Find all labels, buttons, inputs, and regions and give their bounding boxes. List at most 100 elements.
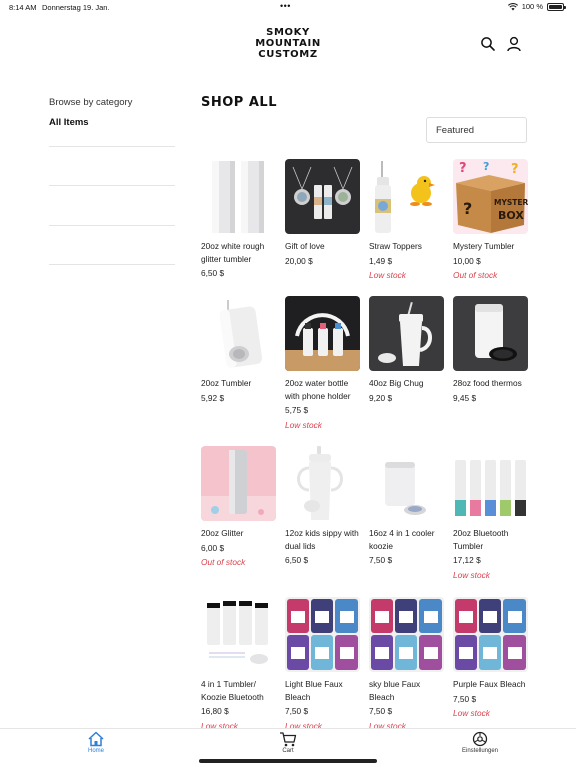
stock-label: Low stock (369, 270, 406, 280)
product-image[interactable]: ? ? ? ? MYSTERY BOX (453, 159, 528, 234)
page-title: SHOP ALL (201, 95, 277, 110)
product-card[interactable]: 20oz white rough glitter tumbler 6,50 $ (201, 159, 277, 280)
category-item-all-items[interactable]: All Items (49, 117, 175, 131)
stock-label: Low stock (453, 569, 490, 580)
logo-line: MOUNTAIN (255, 38, 321, 49)
product-price: 20,00 $ (285, 255, 313, 266)
tab-label: Cart (282, 748, 294, 754)
product-image[interactable] (201, 597, 276, 672)
sort-dropdown[interactable]: Featured (426, 117, 527, 143)
product-name[interactable]: 16oz 4 in 1 cooler koozie (369, 527, 445, 552)
product-name[interactable]: Purple Faux Bleach (453, 678, 529, 691)
product-image[interactable] (369, 446, 444, 521)
svg-text:?: ? (459, 161, 467, 176)
product-card[interactable]: 20oz water bottle with phone holder 5,75… (285, 296, 361, 431)
product-price: 7,50 $ (453, 693, 477, 704)
product-card[interactable]: Gift of love 20,00 $ (285, 159, 361, 267)
product-name[interactable]: Mystery Tumbler (453, 240, 529, 253)
divider (49, 225, 175, 226)
product-price: 16,80 $ (201, 706, 229, 716)
product-image[interactable] (369, 296, 444, 371)
product-image[interactable] (201, 296, 276, 371)
product-card[interactable]: 28oz food thermos 9,45 $ (453, 296, 529, 404)
stock-label: Out of stock (201, 557, 246, 567)
multitasking-dots[interactable]: ••• (280, 1, 291, 11)
home-indicator[interactable] (199, 759, 377, 763)
product-card[interactable]: ? ? ? ? MYSTERY BOX Mystery Tumbler 10,0… (453, 159, 529, 282)
product-card[interactable]: 16oz 4 in 1 cooler koozie 7,50 $ (369, 446, 445, 567)
product-name[interactable]: 20oz Glitter (201, 527, 277, 540)
stock-label: Low stock (285, 419, 322, 430)
product-name[interactable]: 4 in 1 Tumbler/ Koozie Bluetooth (201, 678, 277, 703)
cart-icon (280, 732, 297, 747)
product-name[interactable]: 20oz Bluetooth Tumbler (453, 527, 529, 552)
product-image[interactable] (285, 296, 360, 371)
svg-text:?: ? (511, 162, 519, 177)
product-price: 7,50 $ (369, 706, 393, 716)
product-name[interactable]: 28oz food thermos (453, 377, 529, 390)
product-card[interactable]: 20oz Tumbler 5,92 $ (201, 296, 277, 404)
logo-line: SMOKY (266, 27, 310, 38)
settings-icon (472, 731, 488, 747)
store-logo[interactable]: SMOKY MOUNTAIN CUSTOMZ (248, 27, 328, 60)
tab-cart[interactable]: Cart (258, 731, 318, 754)
divider (49, 264, 175, 265)
status-time: 8:14 AM (9, 3, 37, 12)
product-price: 10,00 $ (453, 255, 481, 266)
product-price: 17,12 $ (453, 555, 481, 565)
product-name[interactable]: 40oz Big Chug (369, 377, 445, 390)
category-sidebar: Browse by category All Items (49, 97, 175, 265)
product-card[interactable]: Straw Toppers 1,49 $ Low stock (369, 159, 445, 282)
divider (49, 146, 175, 147)
product-name[interactable]: Gift of love (285, 240, 361, 253)
product-name[interactable]: 20oz white rough glitter tumbler (201, 240, 277, 265)
tab-home[interactable]: Home (66, 731, 126, 754)
product-name[interactable]: 20oz Tumbler (201, 377, 277, 390)
product-price: 6,50 $ (201, 268, 225, 278)
battery-icon (547, 2, 566, 11)
product-image[interactable] (369, 597, 444, 672)
product-image[interactable] (285, 159, 360, 234)
svg-text:MYSTERY: MYSTERY (494, 198, 528, 207)
divider (49, 185, 175, 186)
product-card[interactable]: 40oz Big Chug 9,20 $ (369, 296, 445, 404)
status-date: Donnerstag 19. Jan. (42, 3, 110, 12)
product-name[interactable]: 12oz kids sippy with dual lids (285, 527, 361, 552)
tab-label: Home (87, 748, 104, 754)
product-price: 7,50 $ (285, 706, 309, 716)
tab-settings[interactable]: Einstellungen (450, 731, 510, 754)
battery-percent: 100 % (521, 2, 543, 11)
user-icon[interactable] (506, 36, 522, 52)
product-price: 6,50 $ (285, 555, 309, 565)
product-name[interactable]: Light Blue Faux Bleach (285, 678, 361, 703)
product-price: 5,75 $ (285, 405, 309, 415)
product-card[interactable]: Light Blue Faux Bleach 7,50 $ Low stock (285, 597, 361, 732)
product-card[interactable]: 4 in 1 Tumbler/ Koozie Bluetooth 16,80 $… (201, 597, 277, 732)
product-image[interactable] (201, 446, 276, 521)
product-card[interactable]: 20oz Glitter 6,00 $ Out of stock (201, 446, 277, 569)
product-price: 1,49 $ (369, 255, 393, 266)
product-price: 5,92 $ (201, 392, 225, 403)
product-image[interactable] (285, 597, 360, 672)
product-image[interactable] (453, 446, 528, 521)
product-image[interactable] (285, 446, 360, 521)
wifi-icon (507, 2, 518, 10)
product-card[interactable]: 20oz Bluetooth Tumbler 17,12 $ Low stock (453, 446, 529, 581)
product-price: 7,50 $ (369, 555, 393, 565)
product-image[interactable] (453, 597, 528, 672)
product-image[interactable] (453, 296, 528, 371)
product-price: 9,45 $ (453, 392, 477, 403)
product-price: 9,20 $ (369, 392, 393, 403)
product-name[interactable]: 20oz water bottle with phone holder (285, 377, 361, 402)
product-card[interactable]: sky blue Faux Bleach 7,50 $ Low stock (369, 597, 445, 732)
product-image[interactable] (369, 159, 444, 234)
svg-text:BOX: BOX (498, 209, 524, 222)
product-image[interactable] (201, 159, 276, 234)
tab-label: Einstellungen (461, 748, 499, 754)
product-card[interactable]: Purple Faux Bleach 7,50 $ Low stock (453, 597, 529, 720)
product-name[interactable]: sky blue Faux Bleach (369, 678, 445, 703)
search-icon[interactable] (480, 36, 496, 52)
product-name[interactable]: Straw Toppers (369, 240, 445, 253)
product-card[interactable]: 12oz kids sippy with dual lids 6,50 $ (285, 446, 361, 567)
stock-label: Low stock (453, 708, 490, 718)
